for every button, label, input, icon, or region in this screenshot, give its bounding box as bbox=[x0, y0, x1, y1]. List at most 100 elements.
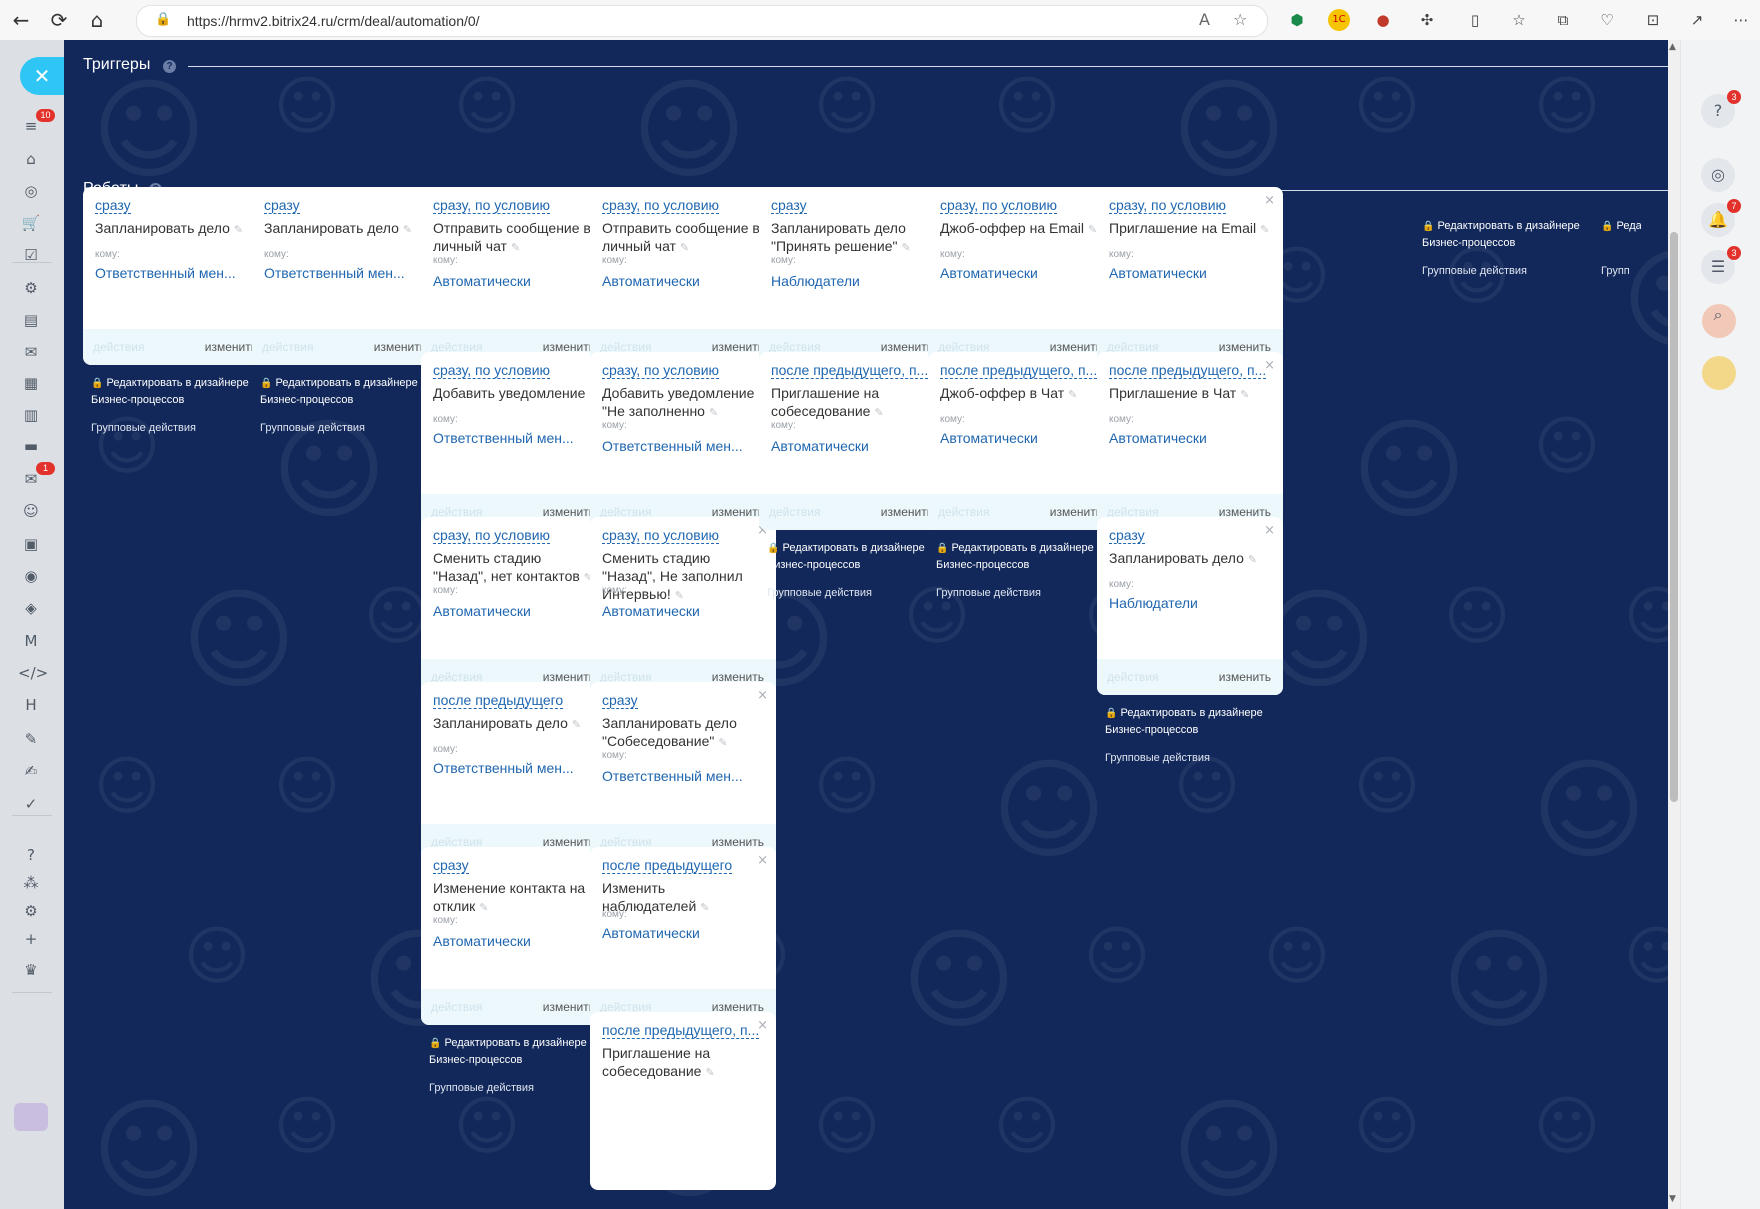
robot-condition-link[interactable]: сразу bbox=[771, 197, 807, 214]
read-aloud-icon[interactable]: A bbox=[1199, 10, 1210, 29]
pencil-icon[interactable]: ✎ bbox=[479, 901, 488, 914]
bp-designer-link[interactable]: 🔒 Редактировать в дизайнере Бизнес-проце… bbox=[1422, 218, 1592, 251]
robot-card[interactable]: сразу×Запланировать дело✎кому:Ответствен… bbox=[252, 187, 438, 365]
triggers-help-icon[interactable]: ? bbox=[163, 60, 176, 73]
recipient-value[interactable]: Автоматически bbox=[940, 265, 1038, 281]
sidebar-menu-icon[interactable]: H bbox=[18, 694, 44, 716]
lock-icon[interactable]: 🔒 bbox=[155, 12, 171, 27]
back-icon[interactable]: ← bbox=[8, 7, 34, 33]
edit-robot-link[interactable]: изменить bbox=[205, 340, 257, 354]
robot-card[interactable]: сразу, по условию×Отправить сообщение в … bbox=[421, 187, 607, 365]
robot-card[interactable]: сразу×Запланировать дело✎кому:Ответствен… bbox=[83, 187, 269, 365]
robot-card[interactable]: сразу × Запланировать дело ✎ кому: Наблюдател… bbox=[1097, 517, 1283, 695]
bp-designer-link-text[interactable]: Редактировать в дизайнере Бизнес-процесс… bbox=[260, 377, 418, 406]
robot-condition-link[interactable]: сразу, по условию bbox=[602, 362, 720, 379]
robot-condition-link[interactable]: сразу bbox=[433, 857, 469, 874]
pencil-icon[interactable]: ✎ bbox=[675, 589, 684, 602]
sidebar-menu-icon[interactable]: ⁂ bbox=[18, 872, 44, 894]
extensions-icon[interactable]: ✣ bbox=[1416, 9, 1438, 31]
sidebar-menu-icon[interactable]: 🛒 bbox=[18, 212, 44, 234]
recipient-value[interactable]: Наблюдатели bbox=[1109, 595, 1198, 611]
recipient-value[interactable]: Ответственный мен... bbox=[264, 265, 405, 281]
close-icon[interactable]: × bbox=[757, 1018, 768, 1033]
robot-condition-link[interactable]: после предыдущего, п... bbox=[940, 362, 1098, 379]
close-icon[interactable]: × bbox=[757, 853, 768, 868]
pencil-icon[interactable]: ✎ bbox=[1260, 223, 1269, 236]
robot-condition-link[interactable]: сразу bbox=[602, 692, 638, 709]
pencil-icon[interactable]: ✎ bbox=[511, 241, 520, 254]
edit-robot-link[interactable]: изменить bbox=[543, 1000, 595, 1014]
robot-condition-link[interactable]: сразу, по условию bbox=[433, 527, 551, 544]
user-avatar[interactable] bbox=[1702, 356, 1736, 390]
bp-designer-link[interactable]: 🔒 Редактировать в дизайнере Бизнес-проце… bbox=[767, 540, 937, 573]
sidebar-menu-icon[interactable]: ♛ bbox=[18, 959, 44, 981]
robot-card[interactable]: после предыдущего, п...×Джоб-оффер в Чат… bbox=[928, 352, 1114, 530]
favorites-icon[interactable]: ☆ bbox=[1508, 9, 1530, 31]
recipient-value[interactable]: Автоматически bbox=[602, 273, 700, 289]
robot-condition-link[interactable]: сразу bbox=[1109, 527, 1145, 544]
bp-designer-link-text[interactable]: Редактировать в дизайнере Бизнес-процесс… bbox=[1422, 220, 1580, 249]
pencil-icon[interactable]: ✎ bbox=[403, 223, 412, 236]
robot-condition-link[interactable]: сразу bbox=[95, 197, 131, 214]
pencil-icon[interactable]: ✎ bbox=[1068, 388, 1077, 401]
scroll-down-icon[interactable]: ▼ bbox=[1669, 1194, 1676, 1204]
pencil-icon[interactable]: ✎ bbox=[1088, 223, 1097, 236]
robot-card[interactable]: после предыдущего, п...×Приглашение на с… bbox=[759, 352, 945, 530]
split-screen-icon[interactable]: ▯ bbox=[1464, 9, 1486, 31]
recipient-value[interactable]: Ответственный мен... bbox=[433, 430, 574, 446]
sidebar-menu-icon[interactable]: ▤ bbox=[18, 309, 44, 331]
robot-card[interactable]: после предыдущего × Изменить наблюдателей ✎… bbox=[590, 847, 776, 1025]
robot-condition-link[interactable]: после предыдущего, п... bbox=[771, 362, 929, 379]
recipient-value[interactable]: Ответственный мен... bbox=[433, 760, 574, 776]
pencil-icon[interactable]: ✎ bbox=[709, 406, 718, 419]
robot-condition-link[interactable]: сразу, по условию bbox=[1109, 197, 1227, 214]
robot-condition-link[interactable]: сразу, по условию bbox=[602, 527, 720, 544]
bp-designer-link-text[interactable]: Редактировать в дизайнере Бизнес-процесс… bbox=[429, 1037, 587, 1066]
scroll-up-icon[interactable]: ▲ bbox=[1669, 42, 1676, 52]
bp-designer-link-text[interactable]: Реда... Бизнес- bbox=[1617, 220, 1641, 232]
sidebar-menu-icon[interactable]: ⚙ bbox=[18, 900, 44, 922]
right-panel-icon[interactable]: ⌕ bbox=[1701, 298, 1735, 332]
recipient-value[interactable]: Автоматически bbox=[940, 430, 1038, 446]
scroll-thumb[interactable] bbox=[1670, 232, 1678, 802]
recipient-value[interactable]: Ответственный мен... bbox=[602, 438, 743, 454]
recipient-value[interactable]: Автоматически bbox=[433, 273, 531, 289]
recipient-value[interactable]: Автоматически bbox=[602, 603, 700, 619]
pencil-icon[interactable]: ✎ bbox=[1240, 388, 1249, 401]
vertical-scrollbar[interactable]: ▲ ▼ bbox=[1668, 40, 1680, 1209]
close-icon[interactable]: × bbox=[1264, 358, 1275, 373]
pencil-icon[interactable]: ✎ bbox=[572, 718, 581, 731]
robot-condition-link[interactable]: сразу, по условию bbox=[433, 197, 551, 214]
group-actions-link-partial[interactable]: Групп bbox=[1601, 265, 1631, 277]
robot-card[interactable]: после предыдущего, п... × Приглашение в Ча… bbox=[1097, 352, 1283, 530]
sidebar-menu-icon[interactable]: ▦ bbox=[18, 372, 44, 394]
sidebar-menu-icon[interactable]: ◎ bbox=[18, 180, 44, 202]
bp-designer-link-text[interactable]: Редактировать в дизайнере Бизнес-процесс… bbox=[767, 542, 925, 571]
robot-condition-link[interactable]: сразу bbox=[264, 197, 300, 214]
robot-condition-link[interactable]: после предыдущего, п... bbox=[1109, 362, 1267, 379]
edit-robot-link[interactable]: изменить bbox=[1219, 670, 1271, 684]
favorite-icon[interactable]: ☆ bbox=[1233, 10, 1247, 29]
screenshot-icon[interactable]: ⊡ bbox=[1642, 9, 1664, 31]
sidebar-menu-icon[interactable]: ◉ bbox=[18, 565, 44, 587]
pencil-icon[interactable]: ✎ bbox=[718, 736, 727, 749]
right-panel-icon[interactable]: ◎ bbox=[1701, 158, 1735, 192]
sidebar-menu-icon[interactable]: </> bbox=[18, 662, 48, 684]
bp-designer-link-partial[interactable]: 🔒 Реда... Бизнес- bbox=[1601, 218, 1641, 235]
pencil-icon[interactable]: ✎ bbox=[901, 241, 910, 254]
robot-condition-link[interactable]: после предыдущего bbox=[602, 857, 733, 874]
home-icon[interactable]: ⌂ bbox=[84, 7, 110, 33]
sidebar-menu-icon[interactable]: ▬ bbox=[18, 435, 44, 457]
recipient-value[interactable]: Автоматически bbox=[602, 925, 700, 941]
group-actions-link[interactable]: Групповые действия bbox=[260, 422, 365, 434]
sidebar-menu-icon[interactable]: ✓ bbox=[18, 793, 44, 815]
bp-designer-link[interactable]: 🔒 Редактировать в дизайнере Бизнес-проце… bbox=[429, 1035, 599, 1068]
edit-robot-link[interactable]: изменить bbox=[881, 505, 933, 519]
pencil-icon[interactable]: ✎ bbox=[874, 406, 883, 419]
recipient-value[interactable]: Ответственный мен... bbox=[602, 768, 743, 784]
more-icon[interactable]: ⋯ bbox=[1730, 9, 1752, 31]
group-actions-link[interactable]: Групповые действия bbox=[429, 1082, 534, 1094]
robot-card[interactable]: сразу×Запланировать дело "Принять решени… bbox=[759, 187, 945, 365]
address-bar[interactable]: 🔒 https://hrmv2.bitrix24.ru/crm/deal/aut… bbox=[136, 5, 1268, 37]
1c-extension-icon[interactable]: 1С bbox=[1328, 9, 1350, 31]
